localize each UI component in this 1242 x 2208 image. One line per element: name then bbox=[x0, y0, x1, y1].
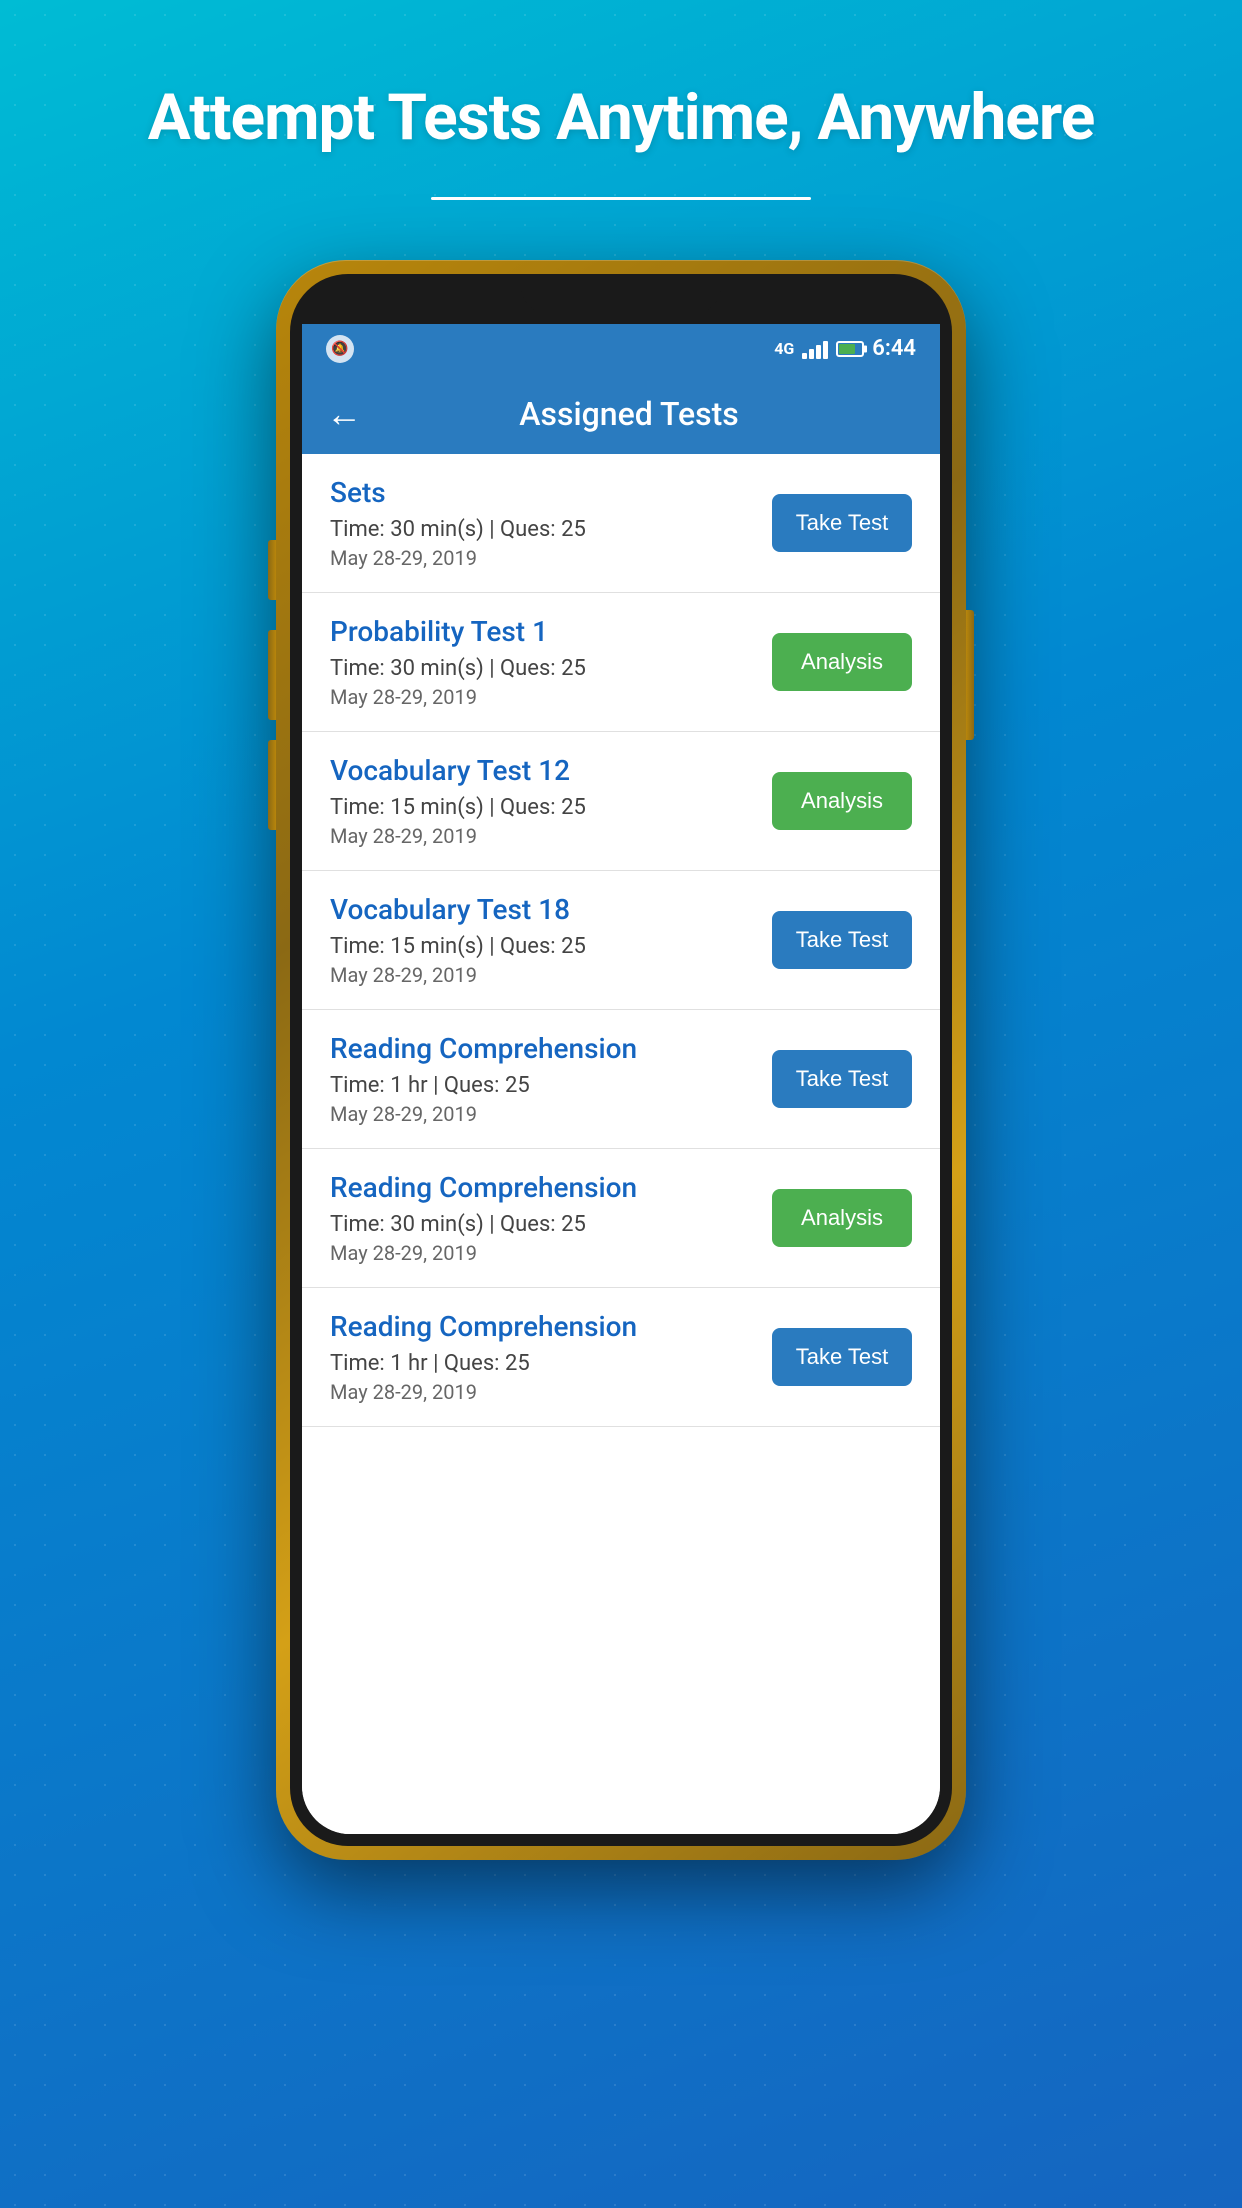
list-item: Reading Comprehension Time: 1 hr | Ques: … bbox=[302, 1010, 940, 1149]
take-test-button[interactable]: Take Test bbox=[772, 1050, 912, 1108]
battery-icon bbox=[836, 341, 864, 357]
test-date: May 28-29, 2019 bbox=[330, 824, 752, 848]
test-details: Time: 30 min(s) | Ques: 25 bbox=[330, 517, 752, 542]
signal-icon bbox=[802, 339, 828, 359]
test-details: Time: 30 min(s) | Ques: 25 bbox=[330, 656, 752, 681]
take-test-button[interactable]: Take Test bbox=[772, 494, 912, 552]
status-right: 4G 6:44 bbox=[774, 336, 916, 361]
nav-title: Assigned Tests bbox=[378, 395, 880, 433]
battery-fill bbox=[839, 344, 854, 354]
test-list: Sets Time: 30 min(s) | Ques: 25 May 28-29,… bbox=[302, 454, 940, 1834]
list-item: Reading Comprehension Time: 30 min(s) | Q… bbox=[302, 1149, 940, 1288]
test-details: Time: 30 min(s) | Ques: 25 bbox=[330, 1212, 752, 1237]
hero-title: Attempt Tests Anytime, Anywhere bbox=[88, 80, 1155, 157]
signal-bar-1 bbox=[802, 353, 807, 359]
test-name: Reading Comprehension bbox=[330, 1310, 752, 1343]
test-name: Reading Comprehension bbox=[330, 1171, 752, 1204]
test-details: Time: 1 hr | Ques: 25 bbox=[330, 1073, 752, 1098]
notification-icon: 🔕 bbox=[326, 335, 354, 363]
phone-frame: 🔕 4G 6:44 ← bbox=[276, 260, 966, 1860]
list-item: Vocabulary Test 12 Time: 15 min(s) | Ques… bbox=[302, 732, 940, 871]
signal-bar-4 bbox=[823, 341, 828, 359]
status-bar: 🔕 4G 6:44 bbox=[302, 324, 940, 374]
silent-button bbox=[268, 740, 276, 830]
test-name: Sets bbox=[330, 476, 752, 509]
list-item: Reading Comprehension Time: 1 hr | Ques: … bbox=[302, 1288, 940, 1427]
test-date: May 28-29, 2019 bbox=[330, 546, 752, 570]
signal-bar-2 bbox=[809, 349, 814, 359]
test-info: Vocabulary Test 12 Time: 15 min(s) | Ques… bbox=[330, 754, 752, 848]
list-item: Probability Test 1 Time: 30 min(s) | Ques… bbox=[302, 593, 940, 732]
test-details: Time: 15 min(s) | Ques: 25 bbox=[330, 934, 752, 959]
analysis-button[interactable]: Analysis bbox=[772, 1189, 912, 1247]
test-info: Sets Time: 30 min(s) | Ques: 25 May 28-29,… bbox=[330, 476, 752, 570]
analysis-button[interactable]: Analysis bbox=[772, 633, 912, 691]
network-indicator: 4G bbox=[774, 339, 794, 358]
list-item: Vocabulary Test 18 Time: 15 min(s) | Ques… bbox=[302, 871, 940, 1010]
test-name: Reading Comprehension bbox=[330, 1032, 752, 1065]
volume-up-button bbox=[268, 540, 276, 600]
analysis-button[interactable]: Analysis bbox=[772, 772, 912, 830]
list-item: Sets Time: 30 min(s) | Ques: 25 May 28-29,… bbox=[302, 454, 940, 593]
test-name: Vocabulary Test 12 bbox=[330, 754, 752, 787]
status-left: 🔕 bbox=[326, 335, 354, 363]
test-info: Reading Comprehension Time: 1 hr | Ques: … bbox=[330, 1032, 752, 1126]
test-details: Time: 15 min(s) | Ques: 25 bbox=[330, 795, 752, 820]
clock: 6:44 bbox=[872, 336, 916, 361]
power-button bbox=[966, 610, 974, 740]
test-info: Vocabulary Test 18 Time: 15 min(s) | Ques… bbox=[330, 893, 752, 987]
test-info: Reading Comprehension Time: 1 hr | Ques: … bbox=[330, 1310, 752, 1404]
test-details: Time: 1 hr | Ques: 25 bbox=[330, 1351, 752, 1376]
test-info: Probability Test 1 Time: 30 min(s) | Ques… bbox=[330, 615, 752, 709]
test-name: Probability Test 1 bbox=[330, 615, 752, 648]
phone-screen: 🔕 4G 6:44 ← bbox=[302, 324, 940, 1834]
phone-inner: 🔕 4G 6:44 ← bbox=[290, 274, 952, 1846]
take-test-button[interactable]: Take Test bbox=[772, 911, 912, 969]
take-test-button[interactable]: Take Test bbox=[772, 1328, 912, 1386]
volume-down-button bbox=[268, 630, 276, 720]
test-name: Vocabulary Test 18 bbox=[330, 893, 752, 926]
notch bbox=[521, 274, 721, 314]
test-date: May 28-29, 2019 bbox=[330, 963, 752, 987]
back-button[interactable]: ← bbox=[326, 393, 362, 435]
test-date: May 28-29, 2019 bbox=[330, 1102, 752, 1126]
test-date: May 28-29, 2019 bbox=[330, 685, 752, 709]
signal-bar-3 bbox=[816, 345, 821, 359]
nav-bar: ← Assigned Tests bbox=[302, 374, 940, 454]
hero-divider bbox=[431, 197, 811, 200]
test-date: May 28-29, 2019 bbox=[330, 1241, 752, 1265]
test-date: May 28-29, 2019 bbox=[330, 1380, 752, 1404]
test-info: Reading Comprehension Time: 30 min(s) | Q… bbox=[330, 1171, 752, 1265]
